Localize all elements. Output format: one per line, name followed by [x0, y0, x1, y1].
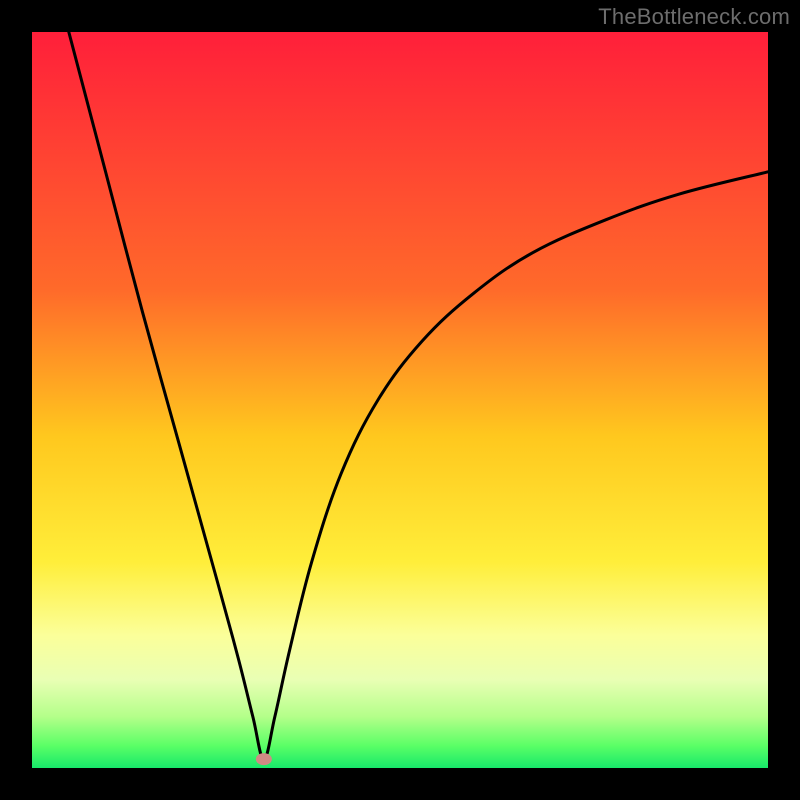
watermark-text: TheBottleneck.com [598, 4, 790, 30]
chart-frame: TheBottleneck.com [0, 0, 800, 800]
gradient-background [32, 32, 768, 768]
plot-svg [32, 32, 768, 768]
minimum-marker-icon [256, 753, 272, 765]
plot-area [32, 32, 768, 768]
